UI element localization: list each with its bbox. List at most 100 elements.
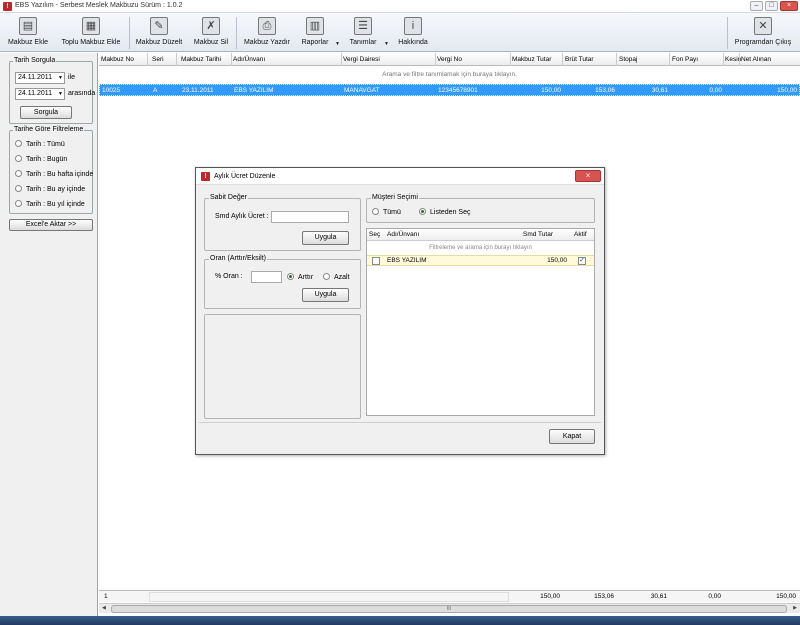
- date-query-group: Tarih Sorgula 24.11.2011 ▼ ile 24.11.201…: [9, 57, 95, 124]
- column-header-name[interactable]: Adı/Ünvanı: [387, 231, 419, 238]
- radio-icon: [15, 140, 22, 147]
- filter-option-this-month[interactable]: Tarih : Bu ay içinde: [15, 185, 85, 193]
- footer-count: 1: [104, 593, 108, 600]
- column-header-tax-no[interactable]: Vergi No: [437, 56, 462, 63]
- active-checkbox[interactable]: ✓: [578, 257, 586, 265]
- column-header-fund-share[interactable]: Fon Payı: [672, 56, 698, 63]
- about-icon: i: [404, 17, 422, 35]
- printer-icon: ⎙: [258, 17, 276, 35]
- filter-option-this-week[interactable]: Tarih : Bu hafta içinde: [15, 170, 93, 178]
- maximize-button[interactable]: □: [765, 1, 778, 11]
- column-header-net-received[interactable]: Net Alınan: [741, 56, 771, 63]
- column-header-receipt-date[interactable]: Makbuz Tarihi: [181, 56, 221, 63]
- exit-icon: ✕: [754, 17, 772, 35]
- print-receipt-button[interactable]: ⎙ Makbuz Yazdır: [240, 15, 294, 51]
- about-button[interactable]: i Hakkında: [395, 15, 431, 51]
- toolbar-separator: [727, 17, 728, 49]
- delete-receipt-button[interactable]: ✗ Makbuz Sil: [190, 15, 232, 51]
- column-header-series[interactable]: Seri: [152, 56, 164, 63]
- export-excel-button[interactable]: Excel'e Aktar >>: [9, 219, 93, 231]
- footer-fund-share: 0,00: [708, 593, 721, 600]
- dialog-title: Aylık Ücret Düzenle: [214, 173, 276, 180]
- exit-program-button[interactable]: ✕ Programdan Çıkış: [730, 15, 796, 51]
- radio-icon: [287, 273, 294, 280]
- select-checkbox[interactable]: [372, 257, 380, 265]
- customer-all-radio[interactable]: Tümü: [372, 208, 401, 216]
- toolbar-separator: [129, 17, 130, 49]
- column-header-withholding[interactable]: Stopaj: [619, 56, 637, 63]
- title-bar: ! EBS Yazılım - Serbest Meslek Makbuzu S…: [0, 0, 800, 13]
- table-row[interactable]: 10025 A 23.11.2011 EBS YAZILIM MANAVGAT …: [99, 84, 800, 96]
- left-empty-panel: [204, 314, 361, 419]
- customer-list-radio[interactable]: Listeden Seç: [419, 208, 470, 216]
- bulk-add-icon: ▦: [82, 17, 100, 35]
- dialog-close-text-button[interactable]: Kapat: [549, 429, 595, 444]
- fixed-fee-label: Smd Aylık Ücret :: [215, 213, 269, 220]
- delete-receipt-icon: ✗: [202, 17, 220, 35]
- customer-grid-filter-row[interactable]: Filtreleme ve arama için burayı tıklayın: [367, 242, 594, 255]
- column-header-receipt-no[interactable]: Makbuz No: [101, 56, 134, 63]
- radio-icon: [15, 200, 22, 207]
- add-receipt-button[interactable]: ▤ Makbuz Ekle: [4, 15, 52, 51]
- column-header-select[interactable]: Seç: [369, 231, 380, 238]
- fixed-fee-apply-button[interactable]: Uygula: [302, 231, 349, 245]
- ratio-group: Oran (Arttır/Eksilt) % Oran : Arttır Aza…: [204, 255, 361, 309]
- start-date-picker[interactable]: 24.11.2011 ▼: [15, 72, 65, 84]
- fixed-fee-input[interactable]: [271, 211, 349, 223]
- column-header-tax-office[interactable]: Vergi Dairesi: [343, 56, 380, 63]
- column-header-name[interactable]: Adı/Ünvanı: [233, 56, 265, 63]
- horizontal-scrollbar[interactable]: ◀ III ▶: [99, 603, 800, 613]
- window-controls: – □ ×: [750, 1, 798, 11]
- fixed-value-group: Sabit Değer Smd Aylık Ücret : Uygula: [204, 194, 361, 251]
- window-title: EBS Yazılım - Serbest Meslek Makbuzu Sür…: [15, 2, 183, 9]
- end-date-picker[interactable]: 24.11.2011 ▼: [15, 88, 65, 100]
- customer-grid-header: Seç Adı/Ünvanı Smd Tutar Aktif: [367, 229, 594, 241]
- bulk-add-receipt-button[interactable]: ▦ Toplu Makbuz Ekle: [56, 15, 126, 51]
- radio-icon: [419, 208, 426, 215]
- customer-selection-group: Müşteri Seçimi Tümü Listeden Seç: [366, 194, 595, 223]
- filter-option-all[interactable]: Tarih : Tümü: [15, 140, 65, 148]
- query-button[interactable]: Sorgula: [20, 106, 72, 119]
- scroll-right-icon[interactable]: ▶: [793, 605, 797, 611]
- reports-dropdown-arrow-icon[interactable]: ▼: [335, 41, 340, 47]
- toolbar-separator: [236, 17, 237, 49]
- definitions-icon: ☰: [354, 17, 372, 35]
- edit-receipt-button[interactable]: ✎ Makbuz Düzelt: [133, 15, 185, 51]
- column-header-active[interactable]: Aktif: [574, 231, 587, 238]
- reports-button[interactable]: ▥ Raporlar: [298, 15, 332, 51]
- increase-radio[interactable]: Arttır: [287, 273, 313, 281]
- grid-filter-row[interactable]: Arama ve filtre tanımlamak için buraya t…: [99, 67, 800, 83]
- scroll-left-icon[interactable]: ◀: [102, 605, 106, 611]
- grid-header: Makbuz No Seri Makbuz Tarihi Adı/Ünvanı …: [99, 53, 800, 66]
- left-panel: Tarih Sorgula 24.11.2011 ▼ ile 24.11.201…: [0, 53, 98, 625]
- ratio-apply-button[interactable]: Uygula: [302, 288, 349, 302]
- column-header-receipt-amount[interactable]: Makbuz Tutar: [512, 56, 551, 63]
- dialog-title-bar: ! Aylık Ücret Düzenle ×: [196, 168, 604, 185]
- ratio-label: % Oran :: [215, 273, 243, 280]
- footer-withholding: 30,61: [650, 593, 667, 600]
- dialog-close-button[interactable]: ×: [575, 170, 601, 182]
- radio-icon: [323, 273, 330, 280]
- footer-receipt-amount: 150,00: [540, 593, 560, 600]
- column-header-amount[interactable]: Smd Tutar: [523, 231, 553, 238]
- decrease-radio[interactable]: Azalt: [323, 273, 350, 281]
- app-logo-icon: !: [3, 2, 12, 11]
- app-logo-icon: !: [201, 172, 210, 181]
- chevron-down-icon: ▼: [58, 75, 63, 81]
- table-row[interactable]: EBS YAZILIM 150,00 ✓: [367, 255, 594, 266]
- reports-icon: ▥: [306, 17, 324, 35]
- radio-icon: [15, 155, 22, 162]
- minimize-button[interactable]: –: [750, 1, 763, 11]
- radio-icon: [15, 170, 22, 177]
- grid-footer: 1 150,00 153,06 30,61 0,00 150,00: [99, 590, 800, 602]
- customer-grid: Seç Adı/Ünvanı Smd Tutar Aktif Filtrelem…: [366, 228, 595, 416]
- filter-option-this-year[interactable]: Tarih : Bu yıl içinde: [15, 200, 85, 208]
- definitions-dropdown-arrow-icon[interactable]: ▼: [384, 41, 389, 47]
- add-receipt-icon: ▤: [19, 17, 37, 35]
- close-window-button[interactable]: ×: [780, 1, 798, 11]
- filter-option-today[interactable]: Tarih : Bugün: [15, 155, 67, 163]
- ratio-input[interactable]: [251, 271, 282, 283]
- column-header-gross-amount[interactable]: Brüt Tutar: [565, 56, 594, 63]
- definitions-button[interactable]: ☰ Tanımlar: [345, 15, 381, 51]
- scrollbar-thumb[interactable]: III: [111, 605, 787, 613]
